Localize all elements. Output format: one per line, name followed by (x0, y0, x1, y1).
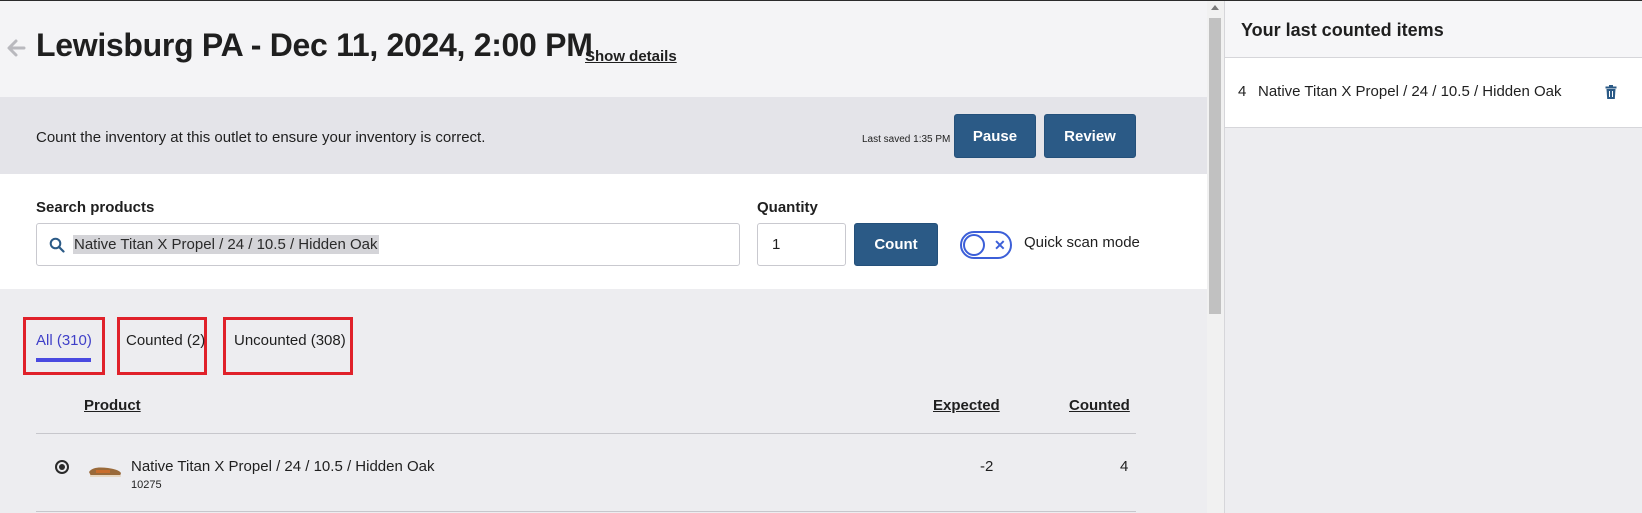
page-header: Lewisburg PA - Dec 11, 2024, 2:00 PM Sho… (0, 1, 1207, 97)
info-banner: Count the inventory at this outlet to en… (0, 97, 1207, 174)
quantity-input[interactable]: 1 (757, 223, 846, 266)
quick-scan-label: Quick scan mode (1024, 234, 1140, 251)
page-title: Lewisburg PA - Dec 11, 2024, 2:00 PM (36, 27, 593, 63)
last-counted-item: 4 Native Titan X Propel / 24 / 10.5 / Hi… (1225, 58, 1642, 128)
row-select-radio[interactable] (55, 460, 69, 474)
tab-all[interactable]: All (310) (23, 317, 105, 375)
row-product-sku: 10275 (131, 479, 162, 491)
main-scrollbar[interactable] (1207, 1, 1224, 513)
last-counted-panel: Your last counted items 4 Native Titan X… (1224, 1, 1642, 513)
last-counted-title: Your last counted items (1241, 20, 1444, 40)
tab-counted[interactable]: Counted (2) (117, 317, 207, 375)
last-counted-name: Native Titan X Propel / 24 / 10.5 / Hidd… (1258, 83, 1562, 100)
column-header-product[interactable]: Product (84, 397, 141, 414)
last-counted-qty: 4 (1238, 83, 1247, 100)
search-input-value: Native Titan X Propel / 24 / 10.5 / Hidd… (73, 235, 379, 254)
last-counted-header: Your last counted items (1225, 1, 1642, 58)
active-tab-indicator (36, 358, 91, 362)
table-divider (36, 511, 1136, 512)
toggle-knob (963, 234, 985, 256)
column-header-expected[interactable]: Expected (933, 397, 1000, 414)
row-counted-value: 4 (1120, 458, 1129, 475)
search-input[interactable]: Native Titan X Propel / 24 / 10.5 / Hidd… (36, 223, 740, 266)
review-button[interactable]: Review (1044, 114, 1136, 158)
tab-all-label: All (310) (36, 332, 92, 349)
row-product-name: Native Titan X Propel / 24 / 10.5 / Hidd… (131, 458, 435, 475)
quantity-input-value: 1 (772, 236, 781, 253)
pause-button[interactable]: Pause (954, 114, 1036, 158)
row-expected-value: -2 (980, 458, 994, 475)
close-icon: ✕ (994, 237, 1006, 253)
tab-uncounted[interactable]: Uncounted (308) (223, 317, 353, 375)
count-button[interactable]: Count (854, 223, 938, 266)
table-divider (36, 433, 1136, 434)
product-thumbnail (89, 467, 121, 477)
banner-text: Count the inventory at this outlet to en… (36, 129, 486, 146)
trash-icon[interactable] (1605, 85, 1617, 99)
tab-counted-label: Counted (2) (126, 332, 206, 349)
quick-scan-toggle[interactable]: ✕ (960, 231, 1012, 259)
scrollbar-thumb[interactable] (1209, 18, 1221, 314)
show-details-link[interactable]: Show details (585, 48, 677, 65)
scroll-up-arrow-icon[interactable] (1211, 5, 1219, 10)
search-products-label: Search products (36, 199, 155, 216)
quantity-label: Quantity (757, 199, 818, 216)
main-content: Lewisburg PA - Dec 11, 2024, 2:00 PM Sho… (0, 1, 1207, 513)
search-panel: Search products Native Titan X Propel / … (0, 174, 1207, 289)
column-header-counted[interactable]: Counted (1069, 397, 1130, 414)
last-saved-text: Last saved 1:35 PM (862, 134, 951, 145)
search-icon (49, 237, 65, 253)
arrow-left-icon[interactable] (4, 36, 28, 60)
tab-uncounted-label: Uncounted (308) (234, 332, 346, 349)
